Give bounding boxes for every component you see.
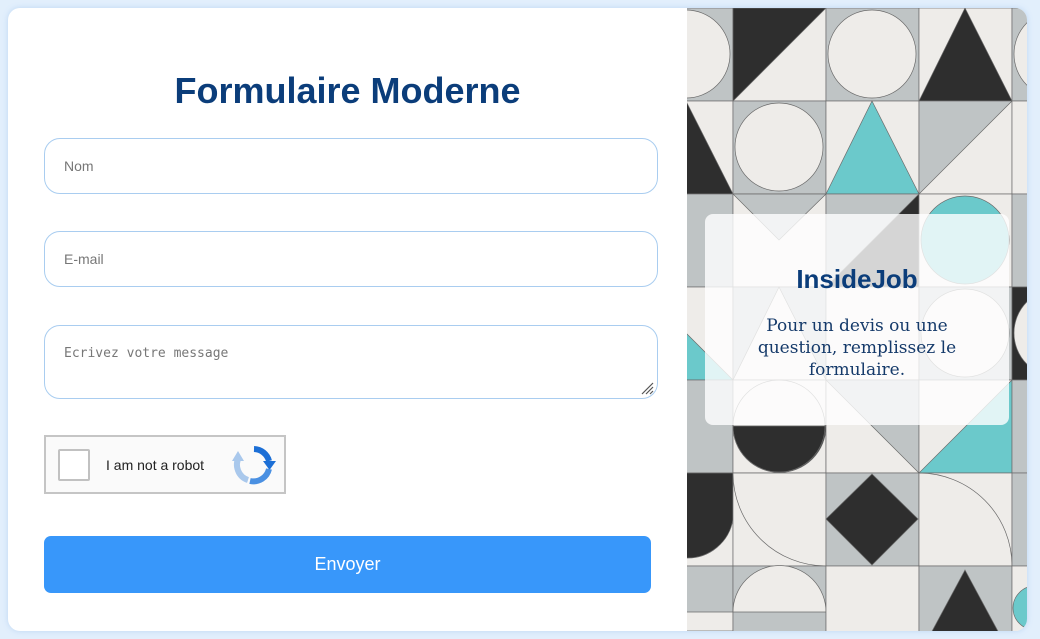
info-overlay: InsideJob Pour un devis ou une question,… bbox=[705, 214, 1009, 425]
captcha-label: I am not a robot bbox=[106, 457, 205, 473]
decorative-panel: InsideJob Pour un devis ou une question,… bbox=[687, 8, 1027, 631]
submit-button[interactable]: Envoyer bbox=[44, 536, 651, 593]
email-input[interactable] bbox=[44, 231, 658, 287]
captcha-checkbox[interactable] bbox=[58, 449, 90, 481]
name-input[interactable] bbox=[44, 138, 658, 194]
page-title: Formulaire Moderne bbox=[174, 70, 521, 111]
info-text: Pour un devis ou une question, remplisse… bbox=[757, 316, 957, 380]
captcha-widget: I am not a robot bbox=[44, 435, 286, 494]
recaptcha-arrows-icon bbox=[232, 446, 276, 485]
form-card: Formulaire Moderne I am not a robot Envo… bbox=[8, 8, 1027, 631]
form-panel: Formulaire Moderne I am not a robot Envo… bbox=[8, 8, 687, 631]
brand-title: InsideJob bbox=[796, 264, 918, 294]
message-textarea[interactable] bbox=[44, 325, 658, 399]
